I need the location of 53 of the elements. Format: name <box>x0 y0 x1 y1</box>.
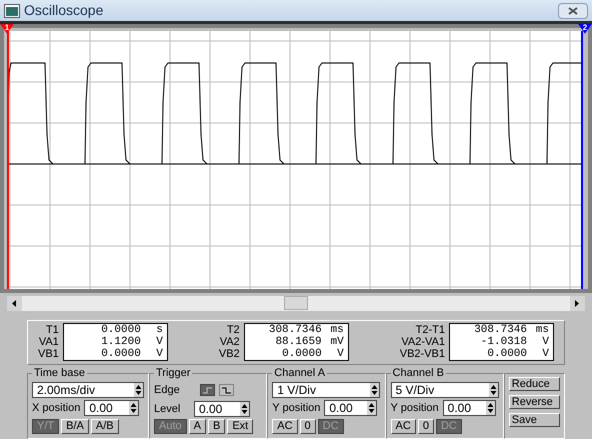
readout-unit: V <box>155 348 163 360</box>
readout-label: T1 <box>46 324 59 336</box>
field-label: Level <box>154 402 182 416</box>
readout-unit: ms <box>535 324 549 336</box>
action-button[interactable]: Reverse <box>508 395 560 409</box>
mode-button[interactable]: Ext <box>227 419 254 434</box>
readout-label: VA2 <box>220 336 240 348</box>
mode-button[interactable]: B/A <box>61 418 89 434</box>
mode-button[interactable]: 0 <box>300 418 316 434</box>
readout-unit: V <box>155 336 163 348</box>
volts-per-div-field[interactable]: 5 V/Div <box>390 382 499 398</box>
action-button[interactable]: Reduce <box>508 377 560 391</box>
readout-value: 0.0000 <box>487 348 527 360</box>
readout-label: VB2-VB1 <box>400 348 445 360</box>
readout-value: 308.7346 <box>268 324 322 336</box>
readout-label: T2 <box>226 324 240 336</box>
readout-unit: s <box>155 324 163 336</box>
window-title: Oscilloscope <box>24 1 104 20</box>
readout-label: T2-T1 <box>416 324 445 336</box>
readout-label: VA1 <box>38 336 59 348</box>
mode-button[interactable]: A/B <box>90 418 119 434</box>
readout-unit: V <box>541 336 549 348</box>
readout-unit: ms <box>330 324 344 336</box>
readout-unit: V <box>336 348 344 360</box>
mode-button[interactable]: AC <box>390 418 416 434</box>
mode-button[interactable]: A <box>188 419 206 434</box>
field-label: Y position <box>272 401 320 416</box>
action-button[interactable]: Save <box>508 413 560 427</box>
readout-value: 88.1659 <box>275 336 322 348</box>
readout-label: VB1 <box>38 348 59 360</box>
readout-label: VA2-VA1 <box>401 336 445 348</box>
volts-per-div-field[interactable]: 1 V/Div <box>272 382 380 398</box>
readout-value: 0.0000 <box>101 324 141 336</box>
readout-value: 1.1200 <box>101 336 141 348</box>
readout-value: -1.0318 <box>480 336 527 348</box>
readout-value: 0.0000 <box>282 348 322 360</box>
readout-unit: V <box>541 348 549 360</box>
readout-label: VB2 <box>218 348 240 360</box>
field-label: Y position <box>390 401 439 416</box>
field-label: X position <box>32 401 80 416</box>
field-label: Edge <box>154 383 181 398</box>
x-position-field[interactable]: 0.00 <box>84 400 140 416</box>
y-position-field[interactable]: 0.00 <box>442 400 496 416</box>
mode-button[interactable]: AC <box>272 418 298 434</box>
timebase-field[interactable]: 2.00ms/div <box>32 382 144 398</box>
readout-unit: mV <box>330 336 344 348</box>
y-position-field[interactable]: 0.00 <box>324 400 378 416</box>
mode-button[interactable]: 0 <box>418 418 434 434</box>
level-field[interactable]: 0.00 <box>194 400 250 417</box>
mode-button[interactable]: B <box>208 419 226 434</box>
readout-value: 308.7346 <box>474 324 527 336</box>
group-title: Trigger <box>154 366 192 380</box>
readout-value: 0.0000 <box>101 348 141 360</box>
